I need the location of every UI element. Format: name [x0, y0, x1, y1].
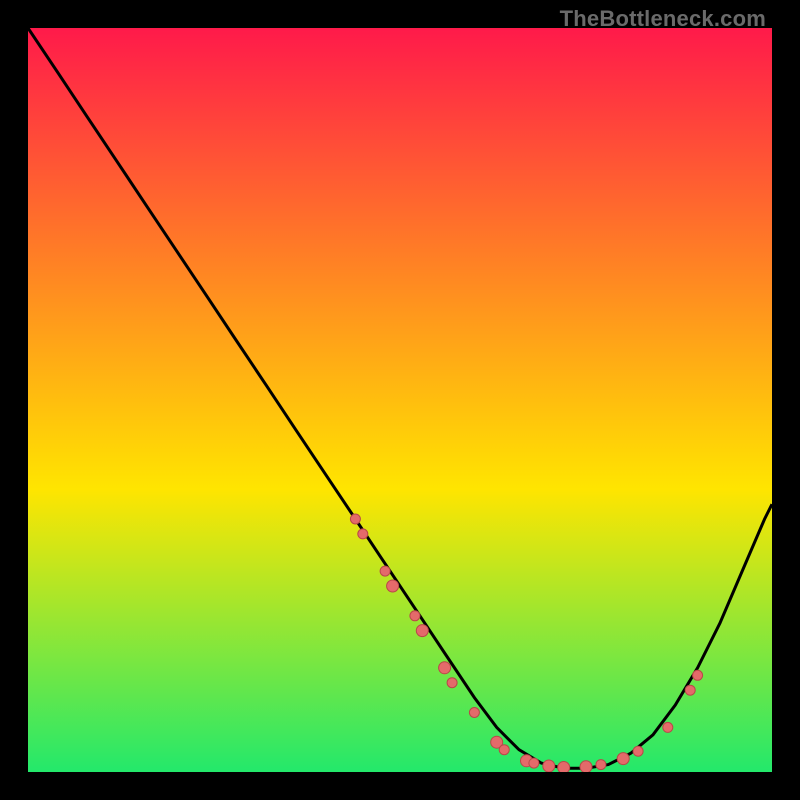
data-dot: [558, 762, 570, 773]
data-dot: [529, 758, 539, 768]
bottleneck-chart: [28, 28, 772, 772]
data-dot: [350, 514, 360, 524]
data-dot: [663, 722, 673, 732]
data-dot: [633, 746, 643, 756]
data-dot: [617, 753, 629, 765]
data-dot: [439, 662, 451, 674]
data-dot: [416, 625, 428, 637]
data-dot: [580, 761, 592, 772]
data-dot: [387, 580, 399, 592]
data-dot: [447, 678, 457, 688]
data-dot: [499, 745, 509, 755]
chart-frame: [28, 28, 772, 772]
data-dot: [685, 685, 695, 695]
data-dot: [410, 611, 420, 621]
data-dot: [543, 760, 555, 772]
data-dot: [469, 708, 479, 718]
gradient-background: [28, 28, 772, 772]
data-dot: [693, 670, 703, 680]
data-dot: [596, 760, 606, 770]
data-dot: [358, 529, 368, 539]
data-dot: [380, 566, 390, 576]
